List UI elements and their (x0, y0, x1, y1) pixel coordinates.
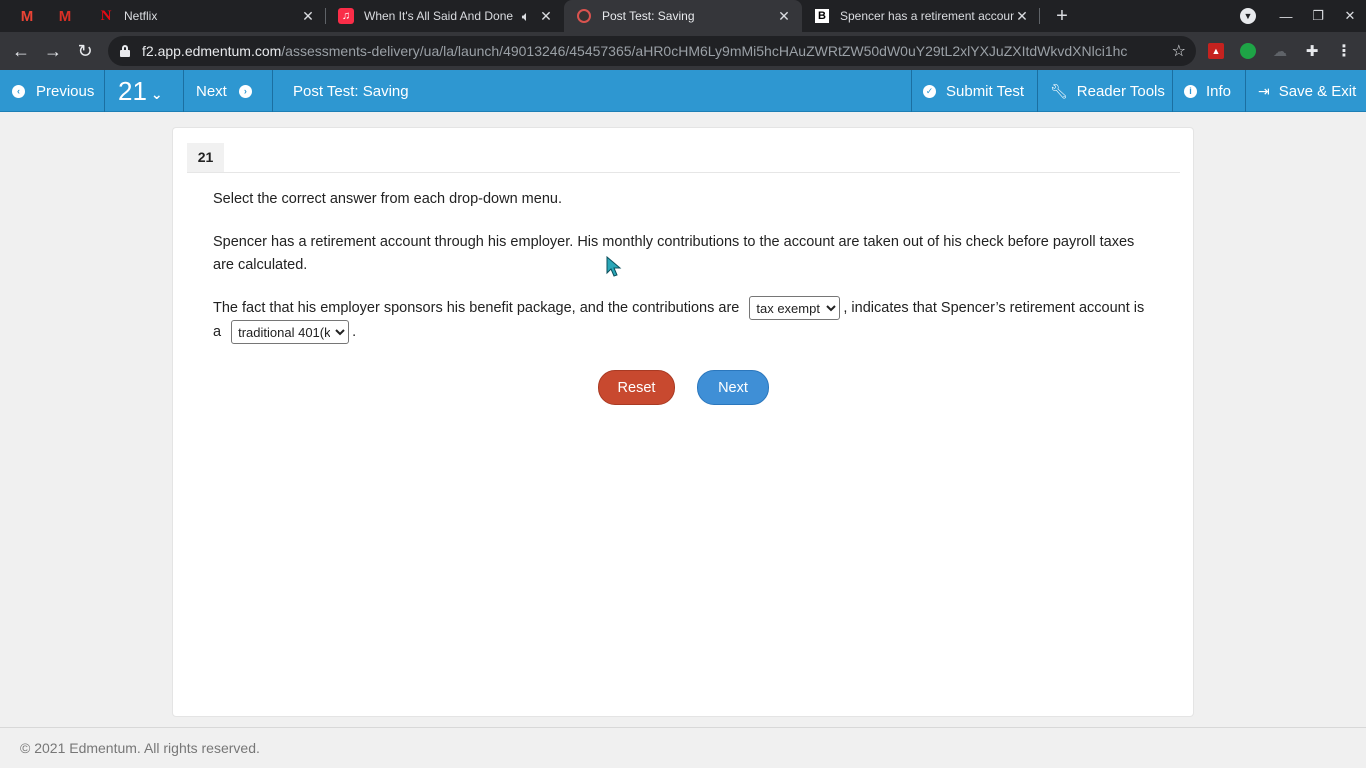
b-icon: B (814, 8, 830, 24)
divider (1037, 70, 1038, 112)
question-number-tab: 21 (187, 143, 224, 172)
browser-menu-icon[interactable]: ⋮ (1336, 43, 1352, 60)
close-icon[interactable]: ✕ (538, 8, 554, 24)
tab-music[interactable]: ♫ When It's All Said And Done 🔈︎ ✕ (326, 0, 564, 32)
edmentum-icon (576, 8, 592, 24)
header-divider (187, 172, 1180, 173)
reader-tools-button[interactable]: 🔧︎ Reader Tools (1050, 70, 1165, 112)
tab-title: When It's All Said And Done (364, 9, 514, 23)
url-text[interactable]: f2.app.edmentum.com/assessments-delivery… (142, 43, 1152, 59)
back-arrow-icon[interactable]: ← (9, 39, 33, 63)
previous-label: Previous (36, 82, 95, 100)
info-button[interactable]: i Info (1184, 70, 1231, 112)
browser-toolbar: ← → ↻ f2.app.edmentum.com/assessments-de… (0, 32, 1366, 70)
url-host: f2.app.edmentum.com (142, 43, 282, 59)
tab-search-icon[interactable]: ▼ (1240, 8, 1256, 24)
tab-post-test[interactable]: Post Test: Saving ✕ (564, 0, 802, 32)
reset-button[interactable]: Reset (598, 370, 675, 405)
reload-icon[interactable]: ↻ (73, 39, 97, 63)
submit-test-button[interactable]: ✓ Submit Test (923, 70, 1024, 112)
close-icon[interactable]: ✕ (300, 8, 316, 24)
page-footer: © 2021 Edmentum. All rights reserved. (0, 727, 1366, 768)
tab-title: Netflix (124, 9, 158, 23)
close-icon[interactable]: ✕ (776, 8, 792, 24)
minimize-icon[interactable]: — (1271, 0, 1301, 32)
wrench-icon: 🔧︎ (1050, 82, 1068, 99)
chevron-down-icon: ⌄ (150, 85, 163, 102)
divider (1172, 70, 1173, 112)
divider (183, 70, 184, 112)
question-sentence: The fact that his employer sponsors his … (213, 296, 1153, 345)
sign-out-icon: ⇥ (1258, 82, 1270, 99)
assessment-header: ‹ Previous 21 ⌄ Next › Post Test: Saving… (0, 70, 1366, 112)
arrow-left-circle-icon: ‹ (12, 84, 25, 98)
next-label: Next (196, 82, 227, 100)
url-path: /assessments-delivery/ua/la/launch/49013… (281, 43, 1128, 59)
mouse-cursor-icon (606, 256, 622, 277)
netflix-icon: N (100, 7, 112, 24)
bookmark-star-icon[interactable]: ☆ (1172, 41, 1186, 61)
dropdown-account-type[interactable]: traditional 401(k) (231, 320, 350, 345)
question-number: 21 (118, 75, 147, 106)
info-circle-icon: i (1184, 84, 1197, 98)
divider (104, 70, 105, 112)
arrow-right-circle-icon: › (238, 84, 252, 98)
tab-title: Post Test: Saving (602, 9, 695, 23)
cloud-extension-icon[interactable]: ☁ (1272, 43, 1288, 59)
music-icon: ♫ (338, 8, 354, 24)
submit-test-label: Submit Test (946, 82, 1025, 100)
tab-spencer[interactable]: B Spencer has a retirement account ✕ (802, 0, 1040, 32)
sentence-end: . (352, 324, 357, 341)
question-selector[interactable]: 21 ⌄ (118, 70, 163, 112)
close-icon[interactable]: ✕ (1014, 8, 1030, 24)
check-circle-icon: ✓ (923, 84, 936, 98)
divider (911, 70, 912, 112)
new-tab-icon[interactable]: + (1052, 6, 1072, 26)
tab-netflix[interactable]: N Netflix ✕ (86, 0, 326, 32)
info-label: Info (1206, 82, 1232, 100)
next-header-button[interactable]: Next › (196, 70, 252, 112)
pdf-extension-icon[interactable]: ▲ (1208, 43, 1224, 59)
tab-title: Spencer has a retirement account (840, 9, 1014, 23)
tab-separator (1039, 8, 1040, 24)
passage-text: Spencer has a retirement account through… (213, 234, 1135, 273)
window-close-icon[interactable]: ✕ (1335, 0, 1365, 32)
previous-button[interactable]: ‹ Previous (12, 70, 94, 112)
divider (272, 70, 273, 112)
address-bar[interactable]: f2.app.edmentum.com/assessments-delivery… (108, 36, 1196, 66)
browser-tab-strip: M M N Netflix ✕ ♫ When It's All Said And… (0, 0, 1366, 32)
copyright-text: © 2021 Edmentum. All rights reserved. (20, 740, 260, 756)
extensions-puzzle-icon[interactable]: ✚ (1304, 43, 1320, 60)
divider (1245, 70, 1246, 112)
reader-tools-label: Reader Tools (1076, 82, 1165, 100)
question-card: 21 Select the correct answer from each d… (172, 127, 1194, 717)
sentence-part-1: The fact that his employer sponsors his … (213, 300, 740, 316)
save-exit-button[interactable]: ⇥ Save & Exit (1258, 70, 1356, 112)
gmail-icon: M (58, 7, 72, 25)
forward-arrow-icon[interactable]: → (41, 39, 65, 63)
dropdown-contributions[interactable]: tax exempt (749, 296, 841, 321)
pinned-tab-gmail[interactable]: M (17, 6, 37, 26)
green-extension-icon[interactable] (1240, 43, 1256, 59)
restore-icon[interactable]: ❐ (1303, 0, 1333, 32)
page-title: Post Test: Saving (293, 82, 409, 100)
instruction-text: Select the correct answer from each drop… (213, 191, 562, 207)
pinned-tab-gmail-2[interactable]: M (55, 6, 75, 26)
save-exit-label: Save & Exit (1278, 82, 1357, 100)
speaker-icon[interactable]: 🔈︎ (518, 8, 534, 24)
lock-icon (120, 45, 130, 57)
gmail-icon: M (20, 7, 34, 25)
next-button[interactable]: Next (697, 370, 769, 405)
